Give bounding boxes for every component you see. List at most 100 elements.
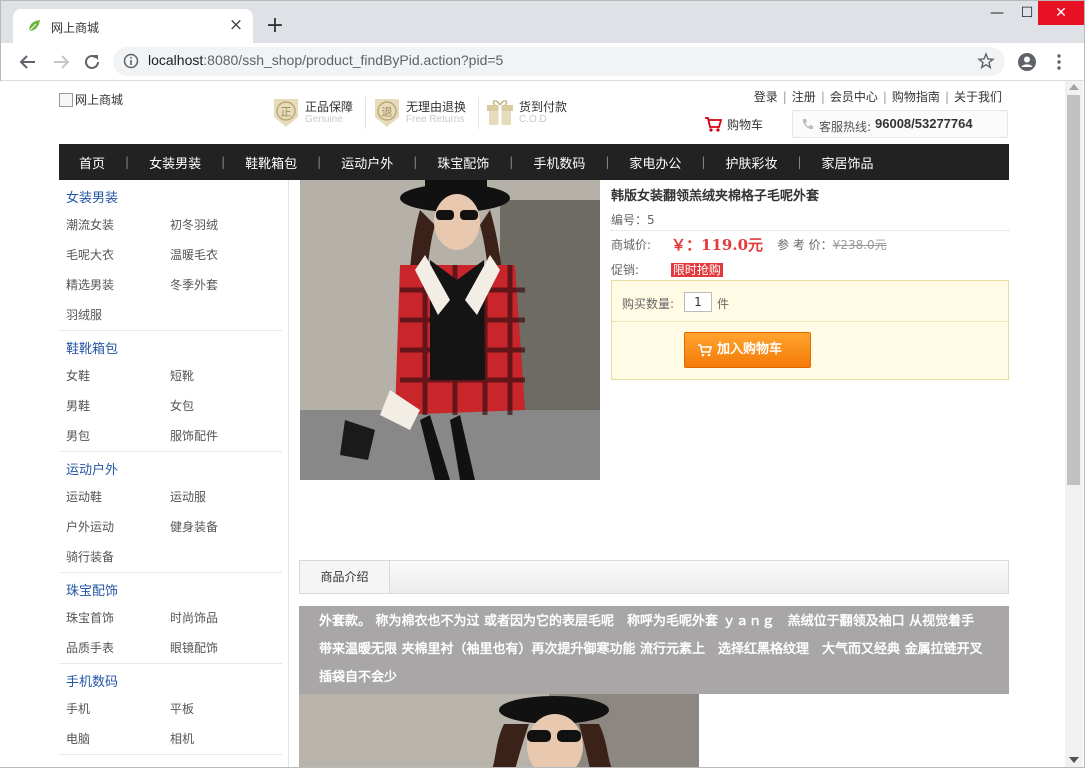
category-link[interactable]: 初冬羽绒 bbox=[170, 210, 274, 240]
reference-price: ¥238.0元 bbox=[832, 238, 887, 252]
category-link[interactable]: 潮流女装 bbox=[66, 210, 170, 240]
category-link[interactable]: 珠宝首饰 bbox=[66, 603, 170, 633]
nav-item-shoes-bags[interactable]: 鞋靴箱包 bbox=[225, 153, 317, 172]
returns-badge-icon: 退 bbox=[375, 99, 399, 127]
shopping-cart-icon bbox=[705, 117, 722, 132]
quantity-unit: 件 bbox=[717, 297, 730, 311]
add-to-cart-button[interactable]: 加入购物车 bbox=[684, 332, 811, 368]
tab-close-icon[interactable]: × bbox=[227, 16, 245, 34]
category-items: 运动鞋 运动服 户外运动 健身装备 骑行装备 bbox=[59, 482, 282, 572]
shopping-guide-link[interactable]: 购物指南 bbox=[892, 90, 940, 104]
scrollbar-thumb[interactable] bbox=[1067, 95, 1080, 485]
new-tab-icon[interactable]: + bbox=[263, 15, 287, 39]
info-icon[interactable] bbox=[123, 53, 139, 69]
category-link[interactable]: 羽绒服 bbox=[66, 300, 170, 330]
category-link[interactable]: 运动鞋 bbox=[66, 482, 170, 512]
category-link[interactable]: 冬季外套 bbox=[170, 270, 274, 300]
scroll-up-icon[interactable] bbox=[1069, 84, 1079, 90]
login-link[interactable]: 登录 bbox=[754, 90, 778, 104]
category-items: 女鞋 短靴 男鞋 女包 男包 服饰配件 bbox=[59, 361, 282, 451]
nav-item-cosmetics[interactable]: 护肤彩妆 bbox=[705, 153, 797, 172]
url-text: localhost:8080/ssh_shop/product_findByPi… bbox=[148, 52, 503, 68]
category-title[interactable]: 珠宝配饰 bbox=[59, 573, 282, 603]
promise-sub: Genuine bbox=[305, 114, 343, 125]
more-menu-icon[interactable] bbox=[1053, 53, 1065, 71]
reload-icon[interactable] bbox=[81, 51, 103, 73]
url-path: :8080/ssh_shop/product_findByPid.action?… bbox=[203, 52, 504, 68]
category-link[interactable]: 眼镜配饰 bbox=[170, 633, 274, 663]
browser-tab[interactable]: 网上商城 × bbox=[13, 9, 253, 43]
back-arrow-icon[interactable] bbox=[17, 51, 39, 73]
nav-item-apparel[interactable]: 女装男装 bbox=[129, 153, 221, 172]
nav-item-jewelry[interactable]: 珠宝配饰 bbox=[417, 153, 509, 172]
category-link[interactable]: 短靴 bbox=[170, 361, 274, 391]
main-nav: 首页 | 女装男装 | 鞋靴箱包 | 运动户外 | 珠宝配饰 | 手机数码 | 家电办公 | … bbox=[59, 144, 1009, 180]
cart-icon bbox=[698, 344, 712, 357]
category-group: 运动户外 运动鞋 运动服 户外运动 健身装备 骑行装备 bbox=[59, 452, 282, 573]
category-link[interactable]: 运动服 bbox=[170, 482, 274, 512]
product-name: 韩版女装翻领羔绒夹棉格子毛呢外套 bbox=[611, 189, 820, 204]
address-bar[interactable]: localhost:8080/ssh_shop/product_findByPi… bbox=[113, 47, 1005, 76]
nav-item-digital[interactable]: 手机数码 bbox=[513, 153, 605, 172]
category-link[interactable]: 骑行装备 bbox=[66, 542, 170, 572]
promise-title: 货到付款 bbox=[519, 100, 568, 114]
category-link[interactable]: 相机 bbox=[170, 724, 274, 754]
hotline-box: 客服热线: 96008/53277764 bbox=[792, 110, 1008, 138]
link-separator: | bbox=[782, 90, 787, 104]
site-logo[interactable]: 网上商城 bbox=[59, 91, 123, 108]
category-link[interactable]: 平板 bbox=[170, 694, 274, 724]
product-code: 5 bbox=[647, 213, 655, 227]
category-items: 手机 平板 电脑 相机 bbox=[59, 694, 282, 754]
category-link[interactable]: 温暖毛衣 bbox=[170, 240, 274, 270]
category-link[interactable]: 男包 bbox=[66, 421, 170, 451]
divider bbox=[612, 321, 1008, 322]
price-row: 商城价: ￥：119.0元 参 考 价： ¥238.0元 bbox=[611, 234, 887, 255]
about-us-link[interactable]: 关于我们 bbox=[954, 90, 1002, 104]
nav-item-home-decor[interactable]: 家居饰品 bbox=[802, 153, 894, 172]
category-link[interactable]: 手机 bbox=[66, 694, 170, 724]
account-icon[interactable] bbox=[1017, 52, 1037, 72]
category-link[interactable]: 毛呢大衣 bbox=[66, 240, 170, 270]
quantity-input[interactable]: 1 bbox=[684, 292, 712, 312]
category-link[interactable]: 时尚饰品 bbox=[170, 603, 274, 633]
category-link[interactable]: 服饰配件 bbox=[170, 421, 274, 451]
category-sidebar: 女装男装 潮流女装 初冬羽绒 毛呢大衣 温暖毛衣 精选男装 冬季外套 羽绒服 鞋… bbox=[59, 180, 289, 767]
category-link[interactable]: 男鞋 bbox=[66, 391, 170, 421]
cart-link[interactable]: 购物车 bbox=[704, 116, 763, 133]
category-link[interactable]: 电脑 bbox=[66, 724, 170, 754]
cart-label: 购物车 bbox=[727, 118, 764, 132]
register-link[interactable]: 注册 bbox=[792, 90, 816, 104]
tab-strip: 网上商城 × + — ☐ ✕ bbox=[1, 1, 1084, 43]
scroll-down-icon[interactable] bbox=[1069, 757, 1079, 763]
hotline-label: 客服热线: bbox=[819, 120, 872, 134]
category-title[interactable]: 鞋靴箱包 bbox=[59, 331, 282, 361]
url-host: localhost bbox=[148, 52, 204, 68]
forward-arrow-icon[interactable] bbox=[50, 51, 72, 73]
quantity-label: 购买数量: bbox=[622, 297, 675, 311]
category-link[interactable]: 精选男装 bbox=[66, 270, 170, 300]
category-title[interactable]: 运动户外 bbox=[59, 452, 282, 482]
category-link[interactable]: 户外运动 bbox=[66, 512, 170, 542]
nav-item-appliances[interactable]: 家电办公 bbox=[609, 153, 701, 172]
category-link[interactable]: 女包 bbox=[170, 391, 274, 421]
category-group: 女装男装 潮流女装 初冬羽绒 毛呢大衣 温暖毛衣 精选男装 冬季外套 羽绒服 bbox=[59, 180, 282, 331]
promotion-label: 促销: bbox=[611, 263, 640, 277]
top-links: 登录 | 注册 | 会员中心 | 购物指南 | 关于我们 bbox=[754, 88, 1002, 105]
nav-item-home[interactable]: 首页 bbox=[59, 153, 125, 172]
tab-product-intro[interactable]: 商品介绍 bbox=[300, 561, 390, 593]
promotion-row: 促销: 限时抢购 bbox=[611, 261, 723, 278]
member-center-link[interactable]: 会员中心 bbox=[830, 90, 878, 104]
category-link[interactable]: 健身装备 bbox=[170, 512, 274, 542]
link-separator: | bbox=[944, 90, 949, 104]
page-scrollbar[interactable] bbox=[1065, 81, 1083, 767]
promotion-badge: 限时抢购 bbox=[670, 263, 723, 277]
category-title[interactable]: 手机数码 bbox=[59, 664, 282, 694]
category-title[interactable]: 女装男装 bbox=[59, 180, 282, 210]
buy-box: 购买数量: 1 件 加入购物车 bbox=[611, 280, 1009, 380]
divider bbox=[478, 97, 479, 129]
category-link[interactable]: 女鞋 bbox=[66, 361, 170, 391]
nav-item-sports[interactable]: 运动户外 bbox=[321, 153, 413, 172]
category-link[interactable]: 品质手表 bbox=[66, 633, 170, 663]
window-close-icon[interactable]: ✕ bbox=[1038, 1, 1084, 25]
bookmark-star-icon[interactable] bbox=[977, 52, 995, 70]
